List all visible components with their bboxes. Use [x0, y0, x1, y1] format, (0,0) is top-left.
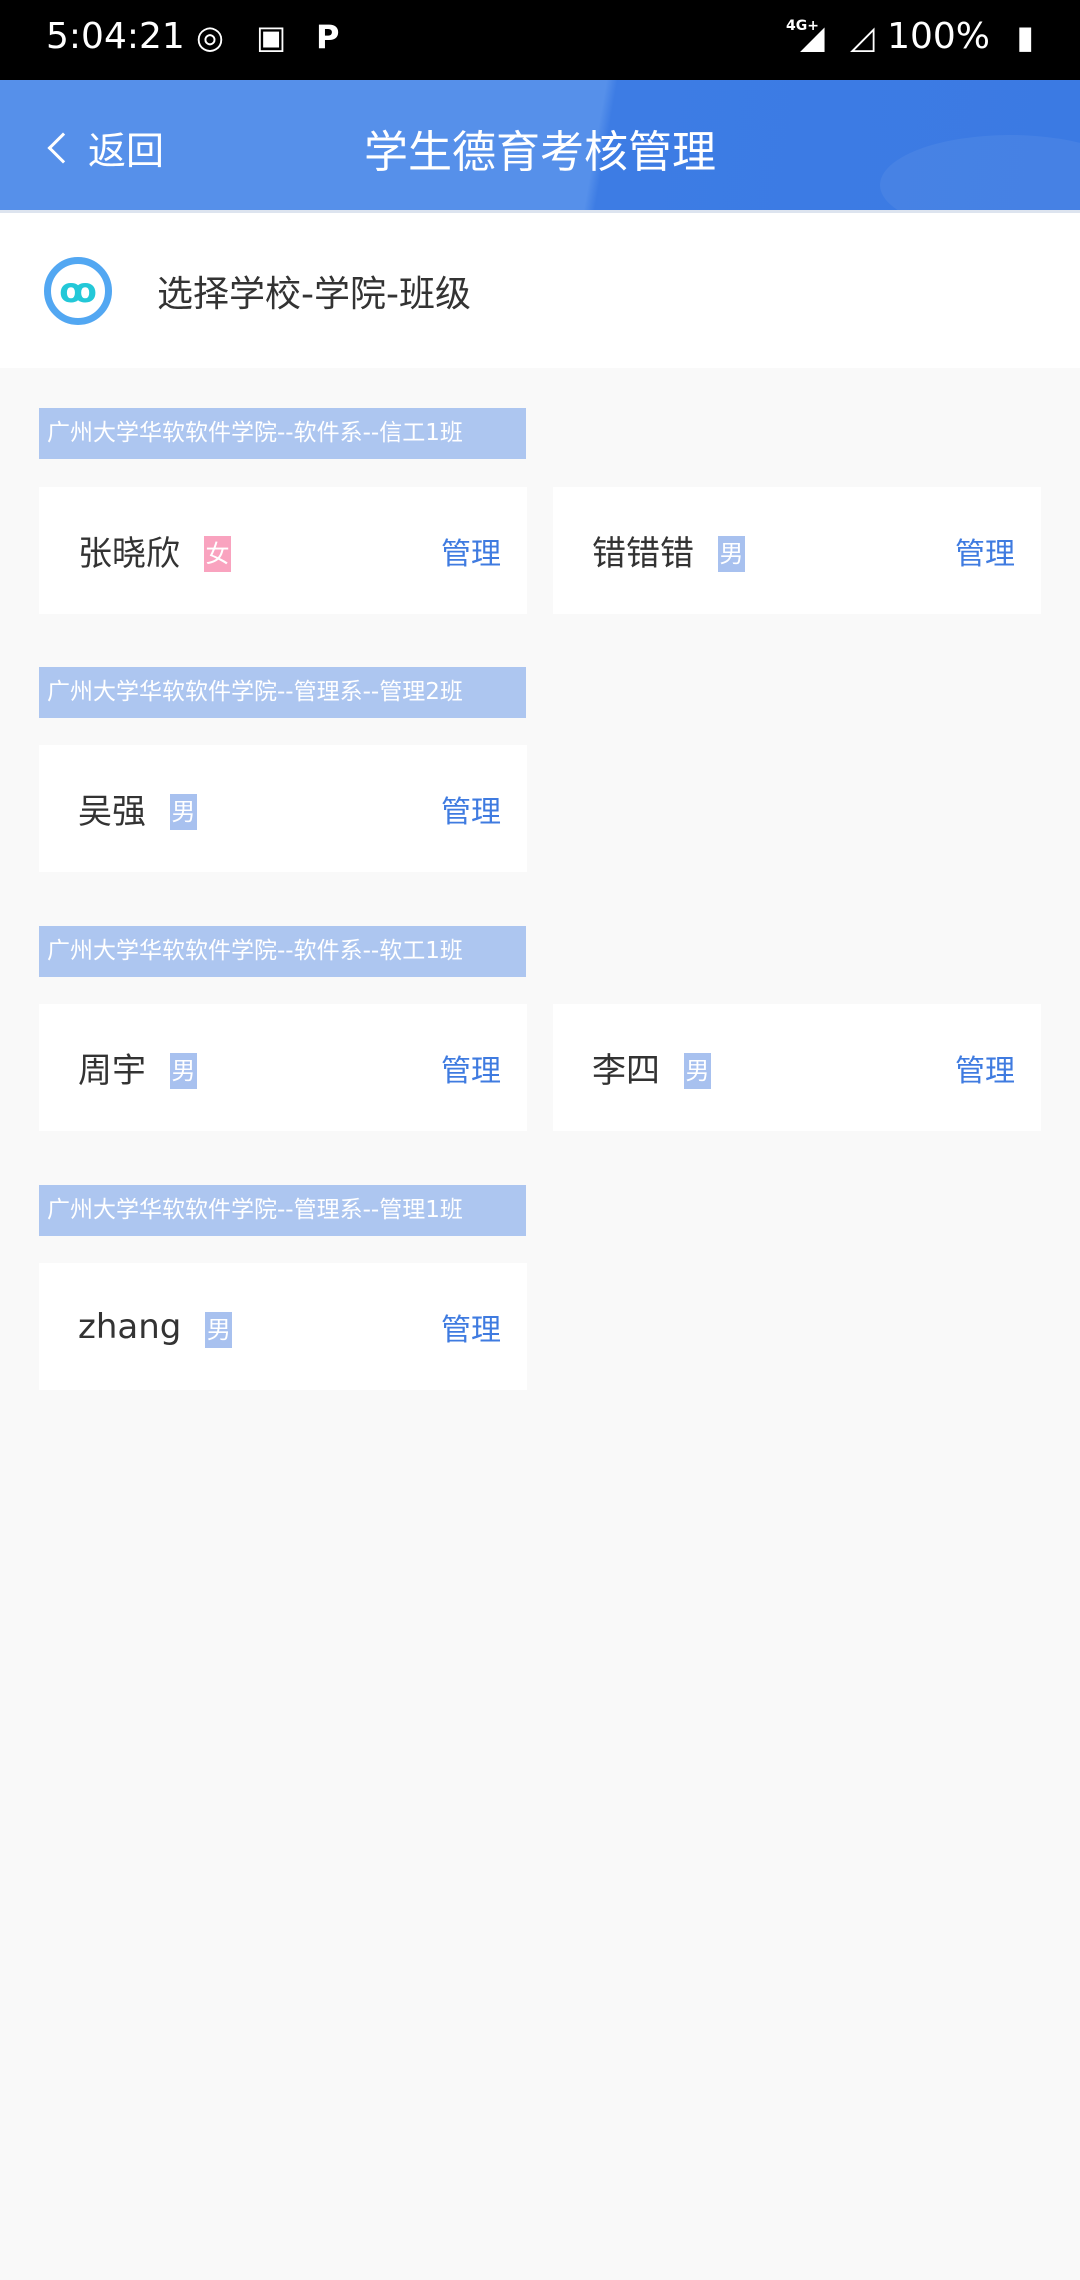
student-name: 吴强: [78, 792, 146, 832]
manage-button[interactable]: 管理: [955, 1046, 1015, 1090]
student-card: 张晓欣 女 管理: [39, 487, 527, 614]
netease-music-icon: ◎: [196, 18, 224, 56]
gender-badge: 男: [718, 535, 745, 572]
gender-badge: 男: [205, 1311, 233, 1348]
gender-badge: 男: [170, 1052, 197, 1089]
gender-badge: 男: [170, 793, 197, 830]
student-name: zhang: [78, 1306, 182, 1347]
student-card: 周宇 男 管理: [39, 1004, 527, 1131]
gallery-icon: ▣: [256, 18, 287, 56]
student-card: zhang 男 管理: [39, 1263, 527, 1390]
signal-icon: ◢: [800, 18, 825, 56]
class-group-label: 广州大学华软软件学院--软件系--软工1班: [39, 926, 526, 977]
school-class-selector[interactable]: ꝏ 选择学校-学院-班级: [0, 210, 1080, 368]
battery-percent: 100%: [887, 16, 990, 57]
student-name: 张晓欣: [78, 534, 180, 574]
class-group-label: 广州大学华软软件学院--软件系--信工1班: [39, 408, 526, 459]
battery-charging-icon: ▮: [1016, 18, 1034, 56]
manage-button[interactable]: 管理: [955, 529, 1015, 573]
gender-badge: 男: [684, 1052, 711, 1089]
app-header: 返回 学生德育考核管理: [0, 80, 1080, 210]
app-logo-icon: ꝏ: [44, 256, 112, 325]
student-name: 周宇: [78, 1051, 146, 1091]
student-card: 错错错 男 管理: [553, 487, 1041, 614]
gender-badge: 女: [204, 535, 231, 572]
p-app-icon: P: [316, 18, 340, 56]
student-card: 吴强 男 管理: [39, 745, 527, 872]
manage-button[interactable]: 管理: [441, 1046, 501, 1090]
manage-button[interactable]: 管理: [441, 787, 501, 831]
page-title: 学生德育考核管理: [364, 127, 716, 178]
manage-button[interactable]: 管理: [441, 529, 501, 573]
signal-empty-icon: ◿: [850, 18, 875, 56]
clock: 5:04:21: [46, 16, 185, 57]
class-group-label: 广州大学华软软件学院--管理系--管理2班: [39, 667, 526, 718]
selector-label: 选择学校-学院-班级: [157, 273, 471, 315]
student-name: 错错错: [592, 534, 694, 574]
class-group-label: 广州大学华软软件学院--管理系--管理1班: [39, 1185, 526, 1236]
manage-button[interactable]: 管理: [441, 1305, 501, 1349]
student-card: 李四 男 管理: [553, 1004, 1041, 1131]
student-name: 李四: [592, 1051, 660, 1091]
status-bar: 5:04:21 ◎ ▣ P 4G+ ◢ ◿ 100% ▮: [0, 0, 1080, 80]
